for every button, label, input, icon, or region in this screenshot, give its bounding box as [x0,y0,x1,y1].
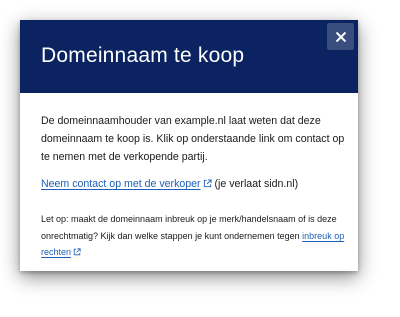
page: Domeinnaam te koop De domeinnaamhouder v… [0,0,400,317]
contact-line: Neem contact op met de verkoper (je verl… [41,175,298,193]
infringement-note-text: Let op: maakt de domeinnaam inbreuk op j… [41,214,337,241]
domain-for-sale-dialog: Domeinnaam te koop De domeinnaamhouder v… [20,20,358,271]
infringement-note: Let op: maakt de domeinnaam inbreuk op j… [41,211,346,261]
dialog-body-text: De domeinnaamhouder van example.nl laat … [41,115,345,163]
contact-seller-link[interactable]: Neem contact op met de verkoper [41,178,212,190]
dialog-header: Domeinnaam te koop [20,20,358,93]
external-link-icon [73,248,81,256]
dialog-title: Domeinnaam te koop [41,44,245,67]
close-icon [335,31,346,42]
external-link-icon [203,179,212,188]
close-button[interactable] [327,23,354,50]
leave-site-note: (je verlaat sidn.nl) [211,178,299,190]
contact-seller-link-label: Neem contact op met de verkoper [41,178,201,190]
